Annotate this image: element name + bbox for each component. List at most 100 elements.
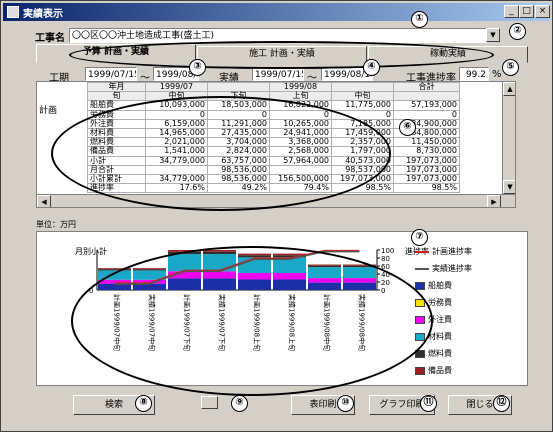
jisseki-from-field[interactable]: 1999/07/15 — [252, 67, 304, 81]
table-row: 燃料費 2,021,000 3,704,000 3,368,000 2,357,000 1… — [87, 137, 460, 148]
bar-segment — [98, 268, 131, 270]
callout-6: ⑥ — [399, 119, 416, 136]
cell-value: 18,503,000 — [207, 100, 270, 111]
grid-side-label: 計画 — [39, 106, 58, 116]
legend-series-item: 備品費 — [415, 365, 452, 376]
row-label: 進捗率 — [87, 183, 146, 194]
callout-11: ⑪ — [420, 395, 437, 412]
bar-segment — [133, 268, 166, 270]
x-tick-label: 実績1999/07下旬 — [218, 294, 227, 351]
legend-label: 燃料費 — [428, 349, 452, 358]
bar-segment — [203, 251, 236, 255]
table-row: 小計累計 34,779,000 98,536,000 156,500,000 197,0… — [87, 173, 460, 185]
callout-9: ⑨ — [231, 395, 248, 412]
legend-swatch — [415, 332, 425, 341]
minimize-button[interactable]: _ — [504, 5, 519, 18]
app-window: 実績表示 _ □ × 工事名 〇〇区〇〇沖土地造成工事(盛土工) ▼ 予算 計画… — [0, 0, 553, 432]
tab-construction[interactable]: 施工 計画・実績 — [197, 46, 367, 63]
bar-segment — [308, 265, 341, 268]
app-icon — [7, 6, 19, 18]
scroll-down-icon[interactable]: ▼ — [503, 180, 515, 194]
bar-segment — [308, 267, 341, 279]
bar-segment — [238, 253, 271, 256]
right-tick-label: 60 — [381, 263, 390, 271]
x-tick-label: 実績1999/07中旬 — [148, 294, 157, 351]
maximize-button[interactable]: □ — [519, 5, 534, 18]
bar-segment — [343, 278, 376, 283]
bar-segment — [168, 251, 201, 255]
cell-value — [145, 164, 208, 175]
bar-segment — [343, 265, 376, 268]
koki-from-field[interactable]: 1999/07/15 — [85, 67, 137, 81]
legend-swatch — [415, 315, 425, 324]
legend-line-item: 実績進捗率 — [415, 263, 472, 274]
x-tick-label: 計画1999/08上旬 — [253, 294, 262, 351]
bar-segment — [168, 250, 201, 252]
callout-10: ⑩ — [337, 395, 354, 412]
bar-segment — [98, 270, 131, 280]
right-tick-label: 100 — [381, 247, 394, 255]
legend-series-item: 燃料費 — [415, 348, 452, 359]
cell-value: 1,541,000 — [145, 146, 208, 157]
hdr-total: 合計 — [393, 82, 460, 93]
x-tick-label: 実績1999/08中旬 — [358, 294, 367, 351]
cell-value: 2,568,000 — [269, 146, 332, 157]
x-tick-label: 実績1999/08上旬 — [288, 294, 297, 351]
right-tick-label: 80 — [381, 255, 390, 263]
callout-12: ⑫ — [493, 395, 510, 412]
cell-value: 98,537,000 — [331, 164, 394, 175]
cell-value: 57,964,000 — [269, 155, 332, 166]
grid-hscroll[interactable]: ◀ ▶ — [37, 194, 515, 207]
bar-segment — [343, 267, 376, 279]
legend-series-item: 外注費 — [415, 314, 452, 325]
cell-value: 79.4% — [269, 183, 332, 194]
x-tick-label: 計画1999/08中旬 — [323, 294, 332, 351]
close-window-button[interactable]: × — [535, 5, 550, 18]
unit-label: 単位：万円 — [36, 220, 76, 229]
cell-value: 98.5% — [331, 183, 394, 194]
koji-combo[interactable]: 〇〇区〇〇沖土地造成工事(盛土工) — [69, 28, 487, 43]
cell-value: 197,073,000 — [393, 164, 460, 175]
scroll-right-icon[interactable]: ▶ — [487, 195, 501, 207]
koji-combo-arrow-icon[interactable]: ▼ — [486, 28, 500, 42]
left-axis-label: 月別小計 — [75, 246, 107, 256]
x-tick-label: 計画1999/07下旬 — [183, 294, 192, 351]
koji-label: 工事名 — [35, 33, 65, 44]
chart-area: 月別小計 進捗率 0 100 80 60 40 20 0 計画1999/07中旬 実績1999/… — [36, 231, 528, 386]
cell-value: 40,573,000 — [331, 155, 394, 166]
row-label: 船舶費 — [87, 100, 146, 111]
bar-segment — [203, 278, 236, 290]
cell-value: 49.2% — [207, 183, 270, 194]
title-bar: 実績表示 — [3, 3, 550, 21]
callout-4: ④ — [363, 59, 380, 76]
scroll-up-icon[interactable]: ▲ — [503, 82, 515, 96]
cell-value: 16,822,000 — [269, 100, 332, 111]
cell-value: 197,073,000 — [393, 155, 460, 166]
legend-label: 材料費 — [428, 332, 452, 341]
right-tick-label: 0 — [381, 287, 385, 295]
table-row: 備品費 1,541,000 2,824,000 2,568,000 1,797,000 8… — [87, 146, 460, 157]
table-row: 小計 34,779,000 63,757,000 57,964,000 40,573,0… — [87, 155, 460, 166]
legend-swatch — [415, 298, 425, 307]
legend-line-swatch — [415, 250, 429, 253]
bar-segment — [203, 254, 236, 272]
cell-value: 17.6% — [145, 183, 208, 194]
bar-segment — [133, 269, 166, 271]
cell-value: 0 — [145, 109, 208, 120]
legend-label: 船舶費 — [428, 281, 452, 290]
cell-value: 0 — [207, 109, 270, 120]
bar-segment — [203, 250, 236, 252]
tab-budget[interactable]: 予算 計画・実績 — [36, 44, 196, 63]
table-row: 進捗率 17.6% 49.2% 79.4% 98.5% 98.5% — [87, 183, 460, 194]
left-tick-label: 0 — [89, 287, 93, 295]
cell-value: 98,536,000 — [207, 164, 270, 175]
bar-segment — [168, 278, 201, 290]
bar-segment — [238, 273, 271, 280]
legend-label: 備品費 — [428, 366, 452, 375]
scroll-left-icon[interactable]: ◀ — [37, 195, 51, 207]
small-button[interactable] — [201, 396, 218, 409]
cell-value: 57,193,000 — [393, 100, 460, 111]
legend-swatch — [415, 281, 425, 290]
grid-vscroll[interactable]: ▲ ▼ — [502, 82, 515, 194]
window-title: 実績表示 — [23, 8, 63, 20]
